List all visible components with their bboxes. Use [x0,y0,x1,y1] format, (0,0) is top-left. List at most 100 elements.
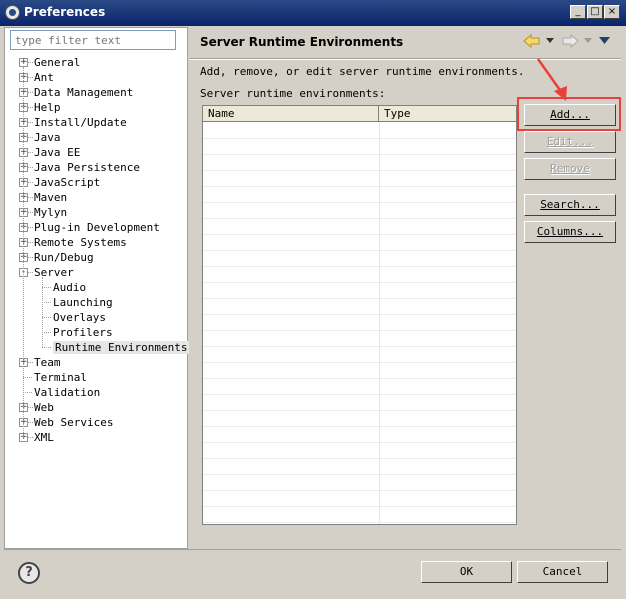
tree-item[interactable]: Team [34,355,61,370]
tree-item[interactable]: Launching [53,295,113,310]
table-row [203,378,516,379]
page-title: Server Runtime Environments [200,35,404,49]
tree-item[interactable]: Data Management [34,85,133,100]
cancel-button[interactable]: Cancel [517,561,608,583]
tree-connector [28,242,33,243]
tree-connector [28,182,33,183]
tree-item[interactable]: Java [34,130,61,145]
tree-item[interactable]: Runtime Environments [53,340,190,355]
tree-item-label: Help [34,101,61,114]
tree-connector [28,407,33,408]
tree-item-label: Runtime Environments [53,341,190,354]
tree-connector [28,77,33,78]
tree-item-label: Validation [34,386,101,399]
tree-item-label: Java EE [34,146,81,159]
search-button[interactable]: Search... [524,194,616,216]
eclipse-icon [5,5,20,20]
tree-item[interactable]: Server [34,265,74,280]
minimize-button[interactable]: _ [570,5,586,19]
column-header-name[interactable]: Name [203,106,379,122]
forward-arrow-icon[interactable] [561,33,579,49]
table-row [203,458,516,459]
list-label-text: Server runtime environments: [200,87,386,100]
tree-item-label: Install/Update [34,116,127,129]
remove-button: Remove [524,158,616,180]
page-description: Add, remove, or edit server runtime envi… [200,65,525,78]
table-row [203,138,516,139]
tree-item[interactable]: Remote Systems [34,235,127,250]
column-divider [379,122,380,524]
tree-connector [42,332,51,333]
tree-item[interactable]: Audio [53,280,86,295]
tree-item[interactable]: Mylyn [34,205,67,220]
tree-item-label: Overlays [53,311,106,324]
footer-separator [4,549,621,550]
back-arrow-icon[interactable] [523,33,541,49]
table-row [203,490,516,491]
tree-connector [42,317,51,318]
tree-item[interactable]: Ant [34,70,54,85]
tree-item[interactable]: Java EE [34,145,80,160]
tree-connector [28,422,33,423]
tree-item-label: Terminal [34,371,87,384]
tree-connector [28,167,33,168]
tree-item[interactable]: XML [34,430,54,445]
tree-item[interactable]: JavaScript [34,175,100,190]
column-header-type[interactable]: Type [379,106,516,122]
view-menu-icon[interactable] [599,37,611,45]
tree-item[interactable]: Help [34,100,61,115]
columns-button[interactable]: Columns... [524,221,616,243]
tree-item-label: Remote Systems [34,236,127,249]
tree-item-label: Data Management [34,86,134,99]
tree-item-label: General [34,56,81,69]
tree-item-label: Launching [53,296,113,309]
ok-button[interactable]: OK [421,561,512,583]
help-icon[interactable]: ? [18,562,40,584]
table-row [203,330,516,331]
tree-connector [28,227,33,228]
tree-connector [23,67,24,437]
table-row [203,234,516,235]
preferences-tree-panel [4,27,188,549]
tree-item[interactable]: Plug-in Development [34,220,160,235]
tree-connector [28,197,33,198]
annotation-arrow-icon [536,58,567,101]
tree-item[interactable]: Install/Update [34,115,127,130]
tree-item-label: Mylyn [34,206,68,219]
table-row [203,250,516,251]
table-row [203,394,516,395]
tree-item-label: JavaScript [34,176,101,189]
table-row [203,410,516,411]
maximize-button[interactable]: □ [587,5,603,19]
close-button[interactable]: × [604,5,620,19]
tree-item[interactable]: Overlays [53,310,106,325]
tree-item[interactable]: Java Persistence [34,160,140,175]
tree-item[interactable]: Profilers [53,325,113,340]
tree-connector [42,287,51,288]
tree-item[interactable]: Run/Debug [34,250,94,265]
back-dropdown-icon[interactable] [546,38,554,44]
tree-connector [28,137,33,138]
table-row [203,506,516,507]
table-row [203,522,516,523]
tree-item[interactable]: Validation [34,385,100,400]
expand-icon[interactable]: + [19,58,28,67]
tree-item[interactable]: Maven [34,190,67,205]
tree-connector [28,107,33,108]
search-button-label: Search... [540,198,600,211]
tree-connector [42,302,51,303]
tree-item-label: Plug-in Development [34,221,160,234]
tree-item[interactable]: General [34,55,80,70]
table-row [203,474,516,475]
filter-input[interactable]: type filter text [10,30,176,50]
tree-item[interactable]: Web [34,400,54,415]
forward-dropdown-icon[interactable] [584,38,592,44]
tree-item-label: Java Persistence [34,161,140,174]
tree-item[interactable]: Terminal [34,370,87,385]
table-row [203,202,516,203]
tree-item-label: Ant [34,71,54,84]
table-row [203,282,516,283]
tree-item[interactable]: Web Services [34,415,113,430]
runtime-table[interactable]: Name Type [202,105,517,525]
table-row [203,426,516,427]
